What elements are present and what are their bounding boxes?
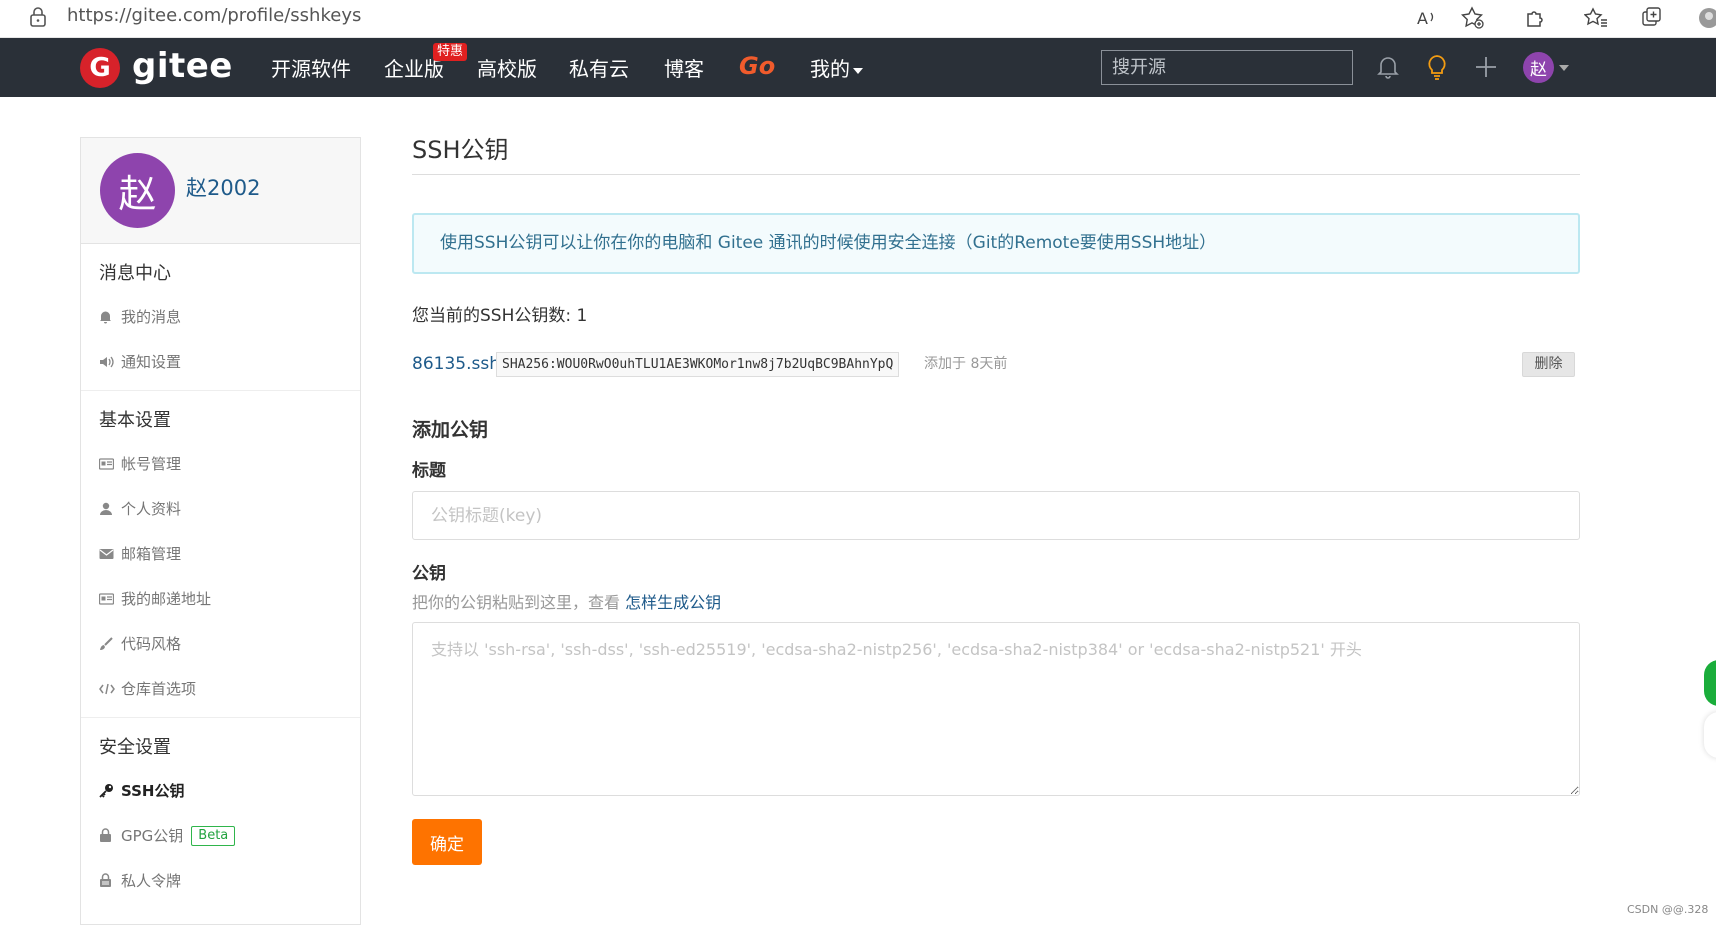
key-added-time: 添加于 8天前 [924, 356, 1008, 372]
read-aloud-icon[interactable]: A [1412, 3, 1442, 33]
sidebar-item-label: 私人令牌 [121, 872, 182, 890]
sidebar-item-shipping-address[interactable]: 我的邮递地址 [81, 576, 360, 621]
title-label: 标题 [412, 461, 446, 481]
sidebar-item-email[interactable]: 邮箱管理 [81, 531, 360, 576]
bell-icon [99, 310, 121, 324]
brush-icon [99, 636, 121, 651]
nav-blog[interactable]: 博客 [664, 55, 704, 83]
key-hint: 把你的公钥粘贴到这里，查看 怎样生成公钥 [412, 592, 1580, 614]
sidebar-item-notification-settings[interactable]: 通知设置 [81, 339, 360, 384]
id-card-icon [99, 592, 121, 605]
sidebar-item-label: 帐号管理 [121, 455, 182, 473]
top-navbar: G gitee 开源软件 企业版 特惠 高校版 私有云 博客 Go 我的 赵 [0, 38, 1716, 97]
username-link[interactable]: 赵2002 [186, 174, 260, 202]
sidebar-item-label: 邮箱管理 [121, 545, 182, 563]
key-hint-text: 把你的公钥粘贴到这里，查看 [412, 593, 621, 612]
volume-icon [99, 355, 121, 369]
favorites-icon[interactable] [1581, 3, 1611, 33]
chevron-down-icon [853, 67, 863, 74]
floating-action-button[interactable] [1704, 712, 1716, 758]
nav-university[interactable]: 高校版 [477, 55, 537, 83]
section-messages: 消息中心 我的消息 通知设置 [81, 244, 360, 391]
sidebar-item-gpg-keys[interactable]: GPG公钥 Beta [81, 813, 360, 858]
nav-mine-label: 我的 [810, 57, 850, 81]
delete-key-button[interactable]: 删除 [1522, 352, 1575, 377]
mail-icon [99, 548, 121, 560]
nav-go[interactable]: Go [739, 52, 775, 80]
address-bar[interactable]: https://gitee.com/profile/sshkeys [67, 4, 361, 28]
user-avatar[interactable]: 赵 [1523, 52, 1554, 83]
sidebar-item-label: 个人资料 [121, 500, 182, 518]
nav-open-source[interactable]: 开源软件 [271, 55, 351, 83]
sidebar-item-label: 通知设置 [121, 353, 182, 371]
sidebar-item-my-messages[interactable]: 我的消息 [81, 294, 360, 339]
id-card-icon [99, 457, 121, 470]
sidebar-item-profile[interactable]: 个人资料 [81, 486, 360, 531]
hot-deal-badge: 特惠 [433, 43, 468, 61]
plus-icon[interactable] [1470, 51, 1502, 83]
section-title: 安全设置 [99, 737, 171, 758]
sidebar-item-label: 仓库首选项 [121, 680, 197, 698]
sidebar-item-account[interactable]: 帐号管理 [81, 441, 360, 486]
confirm-button[interactable]: 确定 [412, 819, 482, 865]
extensions-icon[interactable] [1520, 3, 1550, 33]
user-icon [99, 502, 121, 516]
settings-sidebar: 赵 赵2002 消息中心 我的消息 通知设置 基本设置 帐号管理 个人资料 邮箱… [80, 137, 361, 925]
favorite-add-icon[interactable] [1458, 3, 1488, 33]
token-icon [99, 873, 121, 888]
how-to-generate-link[interactable]: 怎样生成公钥 [625, 593, 721, 612]
svg-text:A: A [1417, 9, 1428, 28]
sidebar-item-repo-preferences[interactable]: 仓库首选项 [81, 666, 360, 711]
gitee-logo-icon[interactable]: G [80, 48, 120, 88]
avatar[interactable]: 赵 [100, 153, 175, 228]
sidebar-item-label: GPG公钥 [121, 827, 184, 845]
key-icon [99, 783, 121, 798]
profile-icon[interactable] [1694, 3, 1716, 33]
section-security-settings: 安全设置 SSH公钥 GPG公钥 Beta 私人令牌 [81, 718, 360, 909]
key-count: 您当前的SSH公钥数: 1 [412, 306, 588, 326]
collections-icon[interactable] [1637, 3, 1667, 33]
beta-badge: Beta [191, 825, 236, 846]
profile-card: 赵 赵2002 [81, 138, 360, 244]
page-title: SSH公钥 [412, 130, 1580, 175]
sidebar-item-label: SSH公钥 [121, 782, 185, 800]
sidebar-item-label: 我的邮递地址 [121, 590, 212, 608]
ssh-key-row: 86135.ssh SHA256:WOU0RwO0uhTLU1AE3WKOMor… [412, 349, 1580, 379]
nav-mine[interactable]: 我的 [810, 55, 863, 83]
floating-help-button[interactable] [1704, 660, 1716, 706]
key-title-input[interactable] [412, 491, 1580, 540]
add-key-heading: 添加公钥 [412, 419, 489, 441]
sidebar-item-ssh-keys[interactable]: SSH公钥 [81, 768, 360, 813]
lock-icon [99, 828, 121, 843]
watermark: CSDN @@.328 [1627, 903, 1709, 916]
public-key-textarea[interactable] [412, 622, 1580, 796]
sidebar-item-private-tokens[interactable]: 私人令牌 [81, 858, 360, 903]
lightbulb-icon[interactable] [1421, 51, 1453, 83]
section-title: 基本设置 [99, 410, 171, 431]
code-icon [99, 683, 121, 695]
key-fingerprint: SHA256:WOU0RwO0uhTLU1AE3WKOMor1nw8j7b2Uq… [496, 352, 900, 377]
chevron-down-icon[interactable] [1559, 65, 1569, 71]
nav-private-cloud[interactable]: 私有云 [569, 55, 629, 83]
search-input[interactable] [1101, 50, 1353, 85]
section-basic-settings: 基本设置 帐号管理 个人资料 邮箱管理 我的邮递地址 代码风格 仓库首选项 [81, 391, 360, 718]
lock-icon[interactable] [28, 6, 48, 28]
info-banner: 使用SSH公钥可以让你在你的电脑和 Gitee 通讯的时候使用安全连接（Git的… [412, 213, 1580, 274]
key-name-link[interactable]: 86135.ssh [412, 352, 500, 376]
browser-toolbar: https://gitee.com/profile/sshkeys A [0, 0, 1716, 38]
gitee-logo-text[interactable]: gitee [132, 44, 233, 88]
key-label: 公钥 [412, 564, 446, 584]
section-title: 消息中心 [99, 263, 171, 284]
sidebar-item-label: 代码风格 [121, 635, 182, 653]
sidebar-item-code-style[interactable]: 代码风格 [81, 621, 360, 666]
sidebar-item-label: 我的消息 [121, 308, 182, 326]
main-content: SSH公钥 使用SSH公钥可以让你在你的电脑和 Gitee 通讯的时候使用安全连… [412, 130, 1580, 865]
bell-icon[interactable] [1372, 51, 1404, 83]
